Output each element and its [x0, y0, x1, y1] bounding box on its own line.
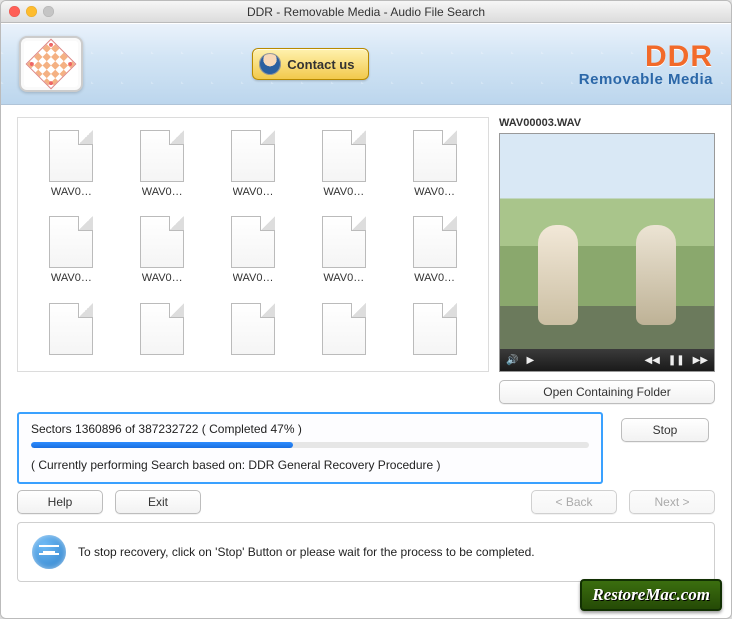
- progress-bar: [31, 442, 589, 448]
- file-icon: [322, 303, 366, 355]
- person-icon: [259, 53, 281, 75]
- file-item[interactable]: WAV0…: [30, 130, 113, 210]
- brand-subtitle: Removable Media: [579, 72, 713, 87]
- next-button: Next >: [629, 490, 715, 514]
- file-grid: WAV0… WAV0… WAV0… WAV0… WAV0… WAV0… WAV0…: [18, 118, 488, 371]
- file-icon: [231, 303, 275, 355]
- skip-back-icon[interactable]: ◀◀: [644, 355, 659, 366]
- file-label: WAV0…: [233, 272, 274, 284]
- help-button[interactable]: Help: [17, 490, 103, 514]
- file-label: WAV0…: [323, 272, 364, 284]
- file-icon: [140, 216, 184, 268]
- open-containing-folder-button[interactable]: Open Containing Folder: [499, 380, 715, 404]
- preview-image: [500, 134, 714, 349]
- exit-button[interactable]: Exit: [115, 490, 201, 514]
- titlebar: DDR - Removable Media - Audio File Searc…: [1, 1, 731, 23]
- file-label: WAV0…: [51, 186, 92, 198]
- hint-text: To stop recovery, click on 'Stop' Button…: [78, 545, 535, 559]
- file-icon: [49, 130, 93, 182]
- media-player-bar: 🔊 ▶ ◀◀ ❚❚ ▶▶: [500, 349, 714, 371]
- file-label: WAV0…: [414, 186, 455, 198]
- preview-filename: WAV00003.WAV: [499, 117, 715, 129]
- file-icon: [413, 216, 457, 268]
- stop-button[interactable]: Stop: [621, 418, 709, 442]
- progress-fill: [31, 442, 293, 448]
- file-icon: [413, 303, 457, 355]
- file-item[interactable]: WAV0…: [212, 130, 295, 210]
- play-icon[interactable]: ▶: [526, 355, 534, 366]
- file-icon: [140, 303, 184, 355]
- file-item[interactable]: WAV0…: [121, 130, 204, 210]
- stop-column: Stop: [615, 412, 715, 484]
- file-item[interactable]: WAV0…: [302, 216, 385, 296]
- file-label: WAV0…: [142, 272, 183, 284]
- file-results-panel[interactable]: WAV0… WAV0… WAV0… WAV0… WAV0… WAV0… WAV0…: [17, 117, 489, 372]
- file-icon: [231, 130, 275, 182]
- content-area: WAV0… WAV0… WAV0… WAV0… WAV0… WAV0… WAV0…: [1, 105, 731, 618]
- file-item[interactable]: WAV0…: [30, 216, 113, 296]
- file-icon: [413, 130, 457, 182]
- progress-text: Sectors 1360896 of 387232722 ( Completed…: [31, 422, 589, 436]
- file-item[interactable]: WAV0…: [302, 130, 385, 210]
- brand-block: DDR Removable Media: [579, 42, 713, 87]
- file-label: WAV0…: [233, 186, 274, 198]
- file-icon: [140, 130, 184, 182]
- hint-panel: To stop recovery, click on 'Stop' Button…: [17, 522, 715, 582]
- file-icon: [231, 216, 275, 268]
- info-bubble-icon: [32, 535, 66, 569]
- progress-row: Sectors 1360896 of 387232722 ( Completed…: [17, 412, 715, 484]
- file-icon: [322, 130, 366, 182]
- procedure-text: ( Currently performing Search based on: …: [31, 458, 589, 472]
- open-folder-row: Open Containing Folder: [17, 380, 715, 404]
- file-item[interactable]: [302, 303, 385, 371]
- preview-column: WAV00003.WAV 🔊 ▶ ◀◀ ❚❚ ▶▶: [499, 117, 715, 372]
- file-label: WAV0…: [51, 272, 92, 284]
- app-window: DDR - Removable Media - Audio File Searc…: [0, 0, 732, 619]
- brand-title: DDR: [579, 42, 713, 72]
- skip-forward-icon[interactable]: ▶▶: [693, 355, 708, 366]
- preview-box: 🔊 ▶ ◀◀ ❚❚ ▶▶: [499, 133, 715, 372]
- file-item[interactable]: WAV0…: [121, 216, 204, 296]
- file-item[interactable]: [30, 303, 113, 371]
- file-label: WAV0…: [142, 186, 183, 198]
- header-banner: Contact us DDR Removable Media: [1, 23, 731, 105]
- progress-panel: Sectors 1360896 of 387232722 ( Completed…: [17, 412, 603, 484]
- volume-icon[interactable]: 🔊: [506, 355, 518, 366]
- file-item[interactable]: WAV0…: [393, 216, 476, 296]
- file-item[interactable]: [212, 303, 295, 371]
- contact-us-button[interactable]: Contact us: [252, 48, 369, 80]
- logo-icon: [26, 39, 77, 90]
- contact-us-label: Contact us: [287, 57, 354, 72]
- file-item[interactable]: WAV0…: [393, 130, 476, 210]
- file-item[interactable]: [121, 303, 204, 371]
- file-icon: [322, 216, 366, 268]
- watermark-badge: RestoreMac.com: [580, 579, 722, 611]
- results-and-preview: WAV0… WAV0… WAV0… WAV0… WAV0… WAV0… WAV0…: [17, 117, 715, 372]
- file-item[interactable]: [393, 303, 476, 371]
- file-icon: [49, 303, 93, 355]
- app-logo: [19, 36, 83, 92]
- file-label: WAV0…: [323, 186, 364, 198]
- file-item[interactable]: WAV0…: [212, 216, 295, 296]
- file-label: WAV0…: [414, 272, 455, 284]
- back-button: < Back: [531, 490, 617, 514]
- window-title: DDR - Removable Media - Audio File Searc…: [1, 5, 731, 19]
- pause-icon[interactable]: ❚❚: [668, 355, 685, 366]
- nav-row: Help Exit < Back Next >: [17, 490, 715, 514]
- file-icon: [49, 216, 93, 268]
